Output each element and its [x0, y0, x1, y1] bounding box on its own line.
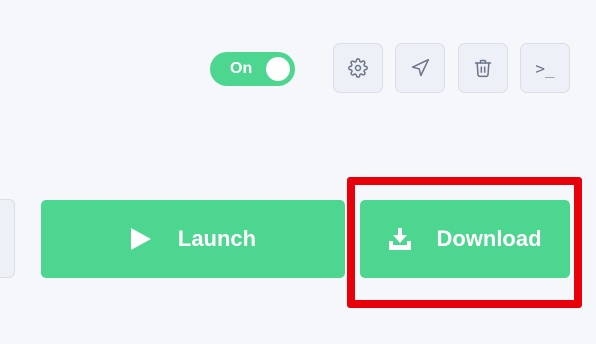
trash-icon: [473, 58, 493, 78]
power-toggle[interactable]: On: [210, 52, 295, 86]
terminal-button[interactable]: >_: [520, 43, 570, 93]
send-button[interactable]: [395, 43, 445, 93]
launch-button[interactable]: Launch: [41, 200, 345, 278]
delete-button[interactable]: [458, 43, 508, 93]
gear-icon: [348, 58, 368, 78]
previous-button[interactable]: [0, 199, 15, 278]
download-icon: [388, 227, 412, 251]
download-label: Download: [436, 226, 542, 251]
toggle-label: On: [230, 60, 253, 77]
play-icon: [130, 227, 152, 251]
app-panel: On >_ Launch Download: [0, 0, 596, 344]
send-icon: [410, 58, 430, 78]
settings-button[interactable]: [333, 43, 383, 93]
launch-label: Launch: [177, 226, 257, 251]
toggle-knob: [266, 57, 290, 81]
terminal-icon: >_: [535, 58, 555, 78]
download-button[interactable]: Download: [360, 200, 570, 278]
